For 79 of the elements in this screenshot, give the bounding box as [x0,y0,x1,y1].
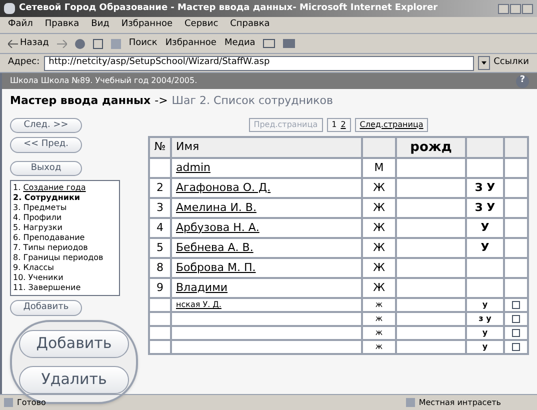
menu-item[interactable]: Вид [91,18,110,32]
status-text: Готово [17,396,46,408]
media-button[interactable]: Медиа [224,36,256,50]
search-button[interactable]: Поиск [128,36,158,50]
checkbox[interactable] [512,328,520,337]
page-link[interactable]: 2 [340,118,346,130]
nav-button[interactable]: << Пред. [10,137,82,152]
step-item[interactable]: 10. Ученики [13,273,117,283]
checkbox[interactable] [512,300,520,309]
step-title: Шаг 2. Список сотрудников [172,93,333,109]
role-cell: у [482,300,488,309]
wizard-title: Мастер ввода данных [10,93,151,109]
sex-cell: ж [375,342,383,351]
nav-button[interactable]: Удалить [19,366,129,394]
sex-cell: Ж [373,260,385,274]
arrow-text: -> [154,93,168,109]
links-label[interactable]: Ссылки [494,56,529,70]
sex-cell: ж [375,328,383,337]
role-cell: У [480,220,490,234]
sex-cell: ж [375,314,383,323]
checkbox[interactable] [512,314,520,323]
role-cell: З У [474,200,496,214]
next-page-link[interactable]: След.страница [354,118,428,132]
sex-cell: Ж [373,280,385,294]
sex-cell: Ж [373,200,385,214]
menu-item[interactable]: Файл [8,18,33,32]
nav-button[interactable]: Выход [10,160,82,176]
checkbox[interactable] [512,342,520,351]
favorites-button[interactable]: Избранное [165,36,216,50]
back-button[interactable]: Назад [8,36,49,50]
page-link[interactable]: 1 [332,118,337,130]
step-item[interactable]: 1. Создание года [13,183,117,193]
row-number: 5 [156,240,164,254]
stop-icon[interactable] [74,38,85,48]
menu-item[interactable]: Правка [44,18,80,32]
nav-button[interactable]: Добавить [10,300,82,316]
staff-name-link[interactable]: admin [176,160,210,174]
step-item[interactable]: 2. Сотрудники [13,193,117,203]
role-cell: у [482,328,488,337]
window-title: Сетевой Город Образование - Мастер ввода данных- Microsoft Internet Explorer [19,2,438,15]
address-field[interactable]: http://netcity/asp/SetupSchool/Wizard/StaffW.asp [44,56,474,70]
zone-text: Местная интрасеть [418,396,501,408]
step-item[interactable]: 11. Завершение [13,283,117,293]
sex-cell: Ж [373,220,385,234]
step-item[interactable]: 9. Классы [13,263,117,273]
role-cell: з у [478,314,492,323]
role-cell: у [482,342,488,351]
step-item[interactable]: 8. Границы периодов [13,253,117,263]
menu-item[interactable]: Справка [230,18,270,32]
sex-cell: Ж [373,180,385,194]
role-cell: У [480,240,490,254]
column-header: № [149,136,171,158]
sex-cell: ж [375,300,383,309]
step-item[interactable]: 3. Предметы [13,203,117,213]
school-info: Школа Школа №89. Учебный год 2004/2005. [10,75,198,87]
nav-button[interactable]: Добавить [19,330,129,358]
help-button[interactable]: ? [516,74,529,88]
step-item[interactable]: 4. Профили [13,213,117,223]
menu-item[interactable]: Избранное [121,18,172,32]
sex-cell: Ж [373,240,385,254]
back-arrow-icon [8,40,18,48]
row-number: 4 [156,220,164,234]
row-number: 3 [156,200,164,214]
staff-name-link[interactable]: нская У. Д. [176,300,222,309]
staff-name-link[interactable]: Владими [176,280,228,294]
step-item[interactable]: 7. Типы периодов [13,243,117,253]
row-number: 2 [156,180,164,194]
column-header: рожд [396,136,466,158]
sex-cell: М [374,160,384,174]
address-label: Адрес: [8,56,40,70]
menu-item[interactable]: Сервис [184,18,218,32]
step-item[interactable]: 5. Нагрузки [13,223,117,233]
role-cell: З У [474,180,496,194]
dropdown-icon[interactable] [478,56,490,70]
column-header: Имя [171,136,362,158]
row-number: 8 [156,260,164,274]
nav-button[interactable]: След. >> [10,118,82,133]
step-item[interactable]: 6. Преподавание [13,233,117,243]
row-number: 9 [156,280,164,294]
